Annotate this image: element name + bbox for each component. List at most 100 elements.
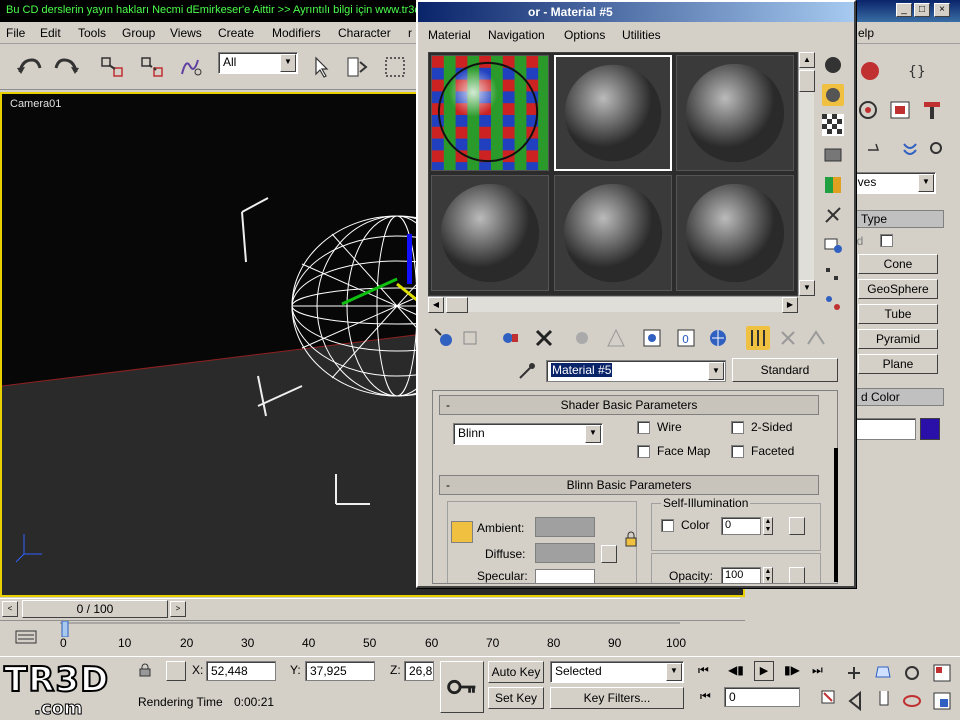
scroll-up-icon[interactable]: ▲ bbox=[799, 52, 815, 68]
slots-vertical-scrollbar[interactable]: ▲ ▼ bbox=[798, 52, 815, 296]
sample-slot-5[interactable] bbox=[554, 175, 672, 291]
backlight-icon[interactable] bbox=[822, 84, 844, 106]
undo-icon[interactable] bbox=[14, 52, 44, 82]
scroll-down-icon[interactable]: ▼ bbox=[799, 280, 815, 296]
auto-key-button[interactable]: Auto Key bbox=[488, 661, 544, 683]
current-frame-field[interactable]: 0 bbox=[724, 687, 800, 707]
two-sided-checkbox[interactable] bbox=[731, 421, 744, 434]
prev-frame-icon[interactable]: < bbox=[2, 601, 18, 617]
menu-material[interactable]: Material bbox=[428, 28, 471, 42]
menu-tools[interactable]: Tools bbox=[78, 26, 106, 40]
next-frame-icon[interactable]: > bbox=[170, 601, 186, 617]
go-to-end-icon[interactable]: ⏭ bbox=[812, 663, 823, 678]
self-illum-spinner[interactable]: ▲ ▼ bbox=[763, 517, 773, 535]
scroll-thumb[interactable] bbox=[799, 70, 815, 92]
parameters-scrollbar[interactable] bbox=[834, 448, 838, 582]
opacity-map-button[interactable] bbox=[789, 567, 805, 583]
diffuse-map-button[interactable] bbox=[601, 545, 617, 563]
go-to-parent-icon[interactable] bbox=[746, 326, 770, 350]
get-material-icon[interactable] bbox=[432, 326, 456, 350]
face-map-checkbox[interactable] bbox=[637, 445, 650, 458]
key-mode-selection-dropdown[interactable]: Selected ▼ bbox=[550, 661, 684, 683]
next-frame-icon[interactable]: ▮▶ bbox=[784, 663, 800, 677]
select-and-link-icon[interactable] bbox=[98, 52, 128, 82]
menu-modifiers[interactable]: Modifiers bbox=[272, 26, 321, 40]
menu-views[interactable]: Views bbox=[170, 26, 202, 40]
unlink-selection-icon[interactable] bbox=[138, 52, 168, 82]
sample-slot-3[interactable] bbox=[676, 55, 794, 171]
rectangular-selection-icon[interactable] bbox=[380, 52, 410, 82]
key-mode-toggle-icon[interactable]: ⏮ bbox=[700, 689, 711, 704]
material-effects-channel-icon[interactable] bbox=[640, 326, 664, 350]
blinn-basic-parameters-rollout[interactable]: - Blinn Basic Parameters bbox=[439, 475, 819, 495]
time-slider-thumb[interactable]: 0 / 100 bbox=[22, 600, 168, 618]
menu-edit[interactable]: Edit bbox=[40, 26, 61, 40]
plane-button[interactable]: Plane bbox=[858, 354, 938, 374]
menu-options[interactable]: Options bbox=[564, 28, 605, 42]
pyramid-button[interactable]: Pyramid bbox=[858, 329, 938, 349]
autogrid-checkbox[interactable] bbox=[880, 234, 893, 247]
make-unique-icon[interactable] bbox=[570, 326, 594, 350]
name-and-color-rollout[interactable]: d Color bbox=[854, 388, 944, 406]
lock-icon[interactable] bbox=[623, 531, 639, 547]
opacity-value-field[interactable]: 100 bbox=[721, 567, 761, 583]
menu-rendering[interactable]: r bbox=[408, 26, 412, 40]
menu-create[interactable]: Create bbox=[218, 26, 254, 40]
set-key-icon[interactable] bbox=[440, 661, 484, 713]
sphere-icon[interactable] bbox=[852, 58, 888, 84]
select-by-material-icon[interactable] bbox=[822, 264, 844, 286]
assign-material-icon[interactable] bbox=[498, 326, 522, 350]
y-coordinate-field[interactable]: 37,925 bbox=[305, 661, 375, 681]
geosphere-button[interactable]: GeoSphere bbox=[858, 279, 938, 299]
key-filters-button[interactable]: Key Filters... bbox=[550, 687, 684, 709]
diffuse-color-swatch[interactable] bbox=[535, 543, 595, 563]
sample-slot-1[interactable] bbox=[431, 55, 549, 171]
object-type-rollout[interactable]: Type bbox=[854, 210, 944, 228]
lock-ambient-diffuse-icon[interactable] bbox=[451, 521, 473, 543]
select-by-name-icon[interactable] bbox=[342, 52, 372, 82]
previous-frame-icon[interactable]: ◀▮ bbox=[728, 663, 744, 677]
make-preview-icon[interactable] bbox=[822, 204, 844, 226]
object-name-field[interactable] bbox=[850, 418, 916, 440]
sample-slot-4[interactable] bbox=[431, 175, 549, 291]
sample-slot-2[interactable] bbox=[554, 55, 672, 171]
ambient-color-swatch[interactable] bbox=[535, 517, 595, 537]
lock-selection-icon[interactable] bbox=[138, 663, 152, 677]
self-illum-map-button[interactable] bbox=[789, 517, 805, 535]
time-slider[interactable]: < 0 / 100 > bbox=[0, 598, 740, 618]
self-illum-value-field[interactable]: 0 bbox=[721, 517, 761, 535]
hammer-icon[interactable] bbox=[920, 98, 944, 122]
category-dropdown[interactable]: ives ▼ bbox=[850, 172, 936, 194]
maximize-button[interactable]: □ bbox=[914, 3, 930, 17]
minimize-button[interactable]: _ bbox=[896, 3, 912, 17]
utilities-tab[interactable]: {} bbox=[902, 58, 938, 84]
sample-type-sphere-icon[interactable] bbox=[822, 54, 844, 76]
slots-horizontal-scrollbar[interactable]: ◀ ▶ bbox=[428, 296, 798, 313]
h-scroll-thumb[interactable] bbox=[446, 297, 468, 313]
opacity-spinner[interactable]: ▲ ▼ bbox=[763, 567, 773, 583]
video-color-check-icon[interactable] bbox=[822, 174, 844, 196]
x-coordinate-field[interactable]: 52,448 bbox=[206, 661, 276, 681]
set-key-button[interactable]: Set Key bbox=[488, 687, 544, 709]
scroll-right-icon[interactable]: ▶ bbox=[782, 297, 798, 313]
selection-filter-dropdown[interactable]: All ▼ bbox=[218, 52, 298, 74]
faceted-checkbox[interactable] bbox=[731, 445, 744, 458]
material-navigator-icon[interactable] bbox=[822, 292, 844, 314]
tube-button[interactable]: Tube bbox=[858, 304, 938, 324]
sample-slot-6[interactable] bbox=[676, 175, 794, 291]
self-illum-color-checkbox[interactable] bbox=[661, 519, 674, 532]
display-tab-icon[interactable] bbox=[888, 98, 912, 122]
hierarchy-tab-icon[interactable] bbox=[856, 98, 880, 122]
specular-color-swatch[interactable] bbox=[535, 569, 595, 583]
track-bar[interactable]: 0 10 20 30 40 50 60 70 80 90 100 bbox=[0, 620, 745, 656]
material-map-navigator-icon[interactable] bbox=[804, 326, 828, 350]
shader-type-dropdown[interactable]: Blinn ▼ bbox=[453, 423, 603, 445]
show-end-result-icon[interactable] bbox=[706, 326, 730, 350]
bind-space-warp-icon[interactable] bbox=[176, 52, 206, 82]
show-map-in-viewport-icon[interactable]: 0 bbox=[674, 326, 698, 350]
scroll-left-icon[interactable]: ◀ bbox=[428, 297, 444, 313]
wire-checkbox[interactable] bbox=[637, 421, 650, 434]
go-to-start-icon[interactable]: ⏮ bbox=[698, 663, 709, 678]
curve-editor-icon[interactable] bbox=[14, 627, 38, 647]
z-coordinate-field[interactable]: 26,8 bbox=[404, 661, 434, 681]
